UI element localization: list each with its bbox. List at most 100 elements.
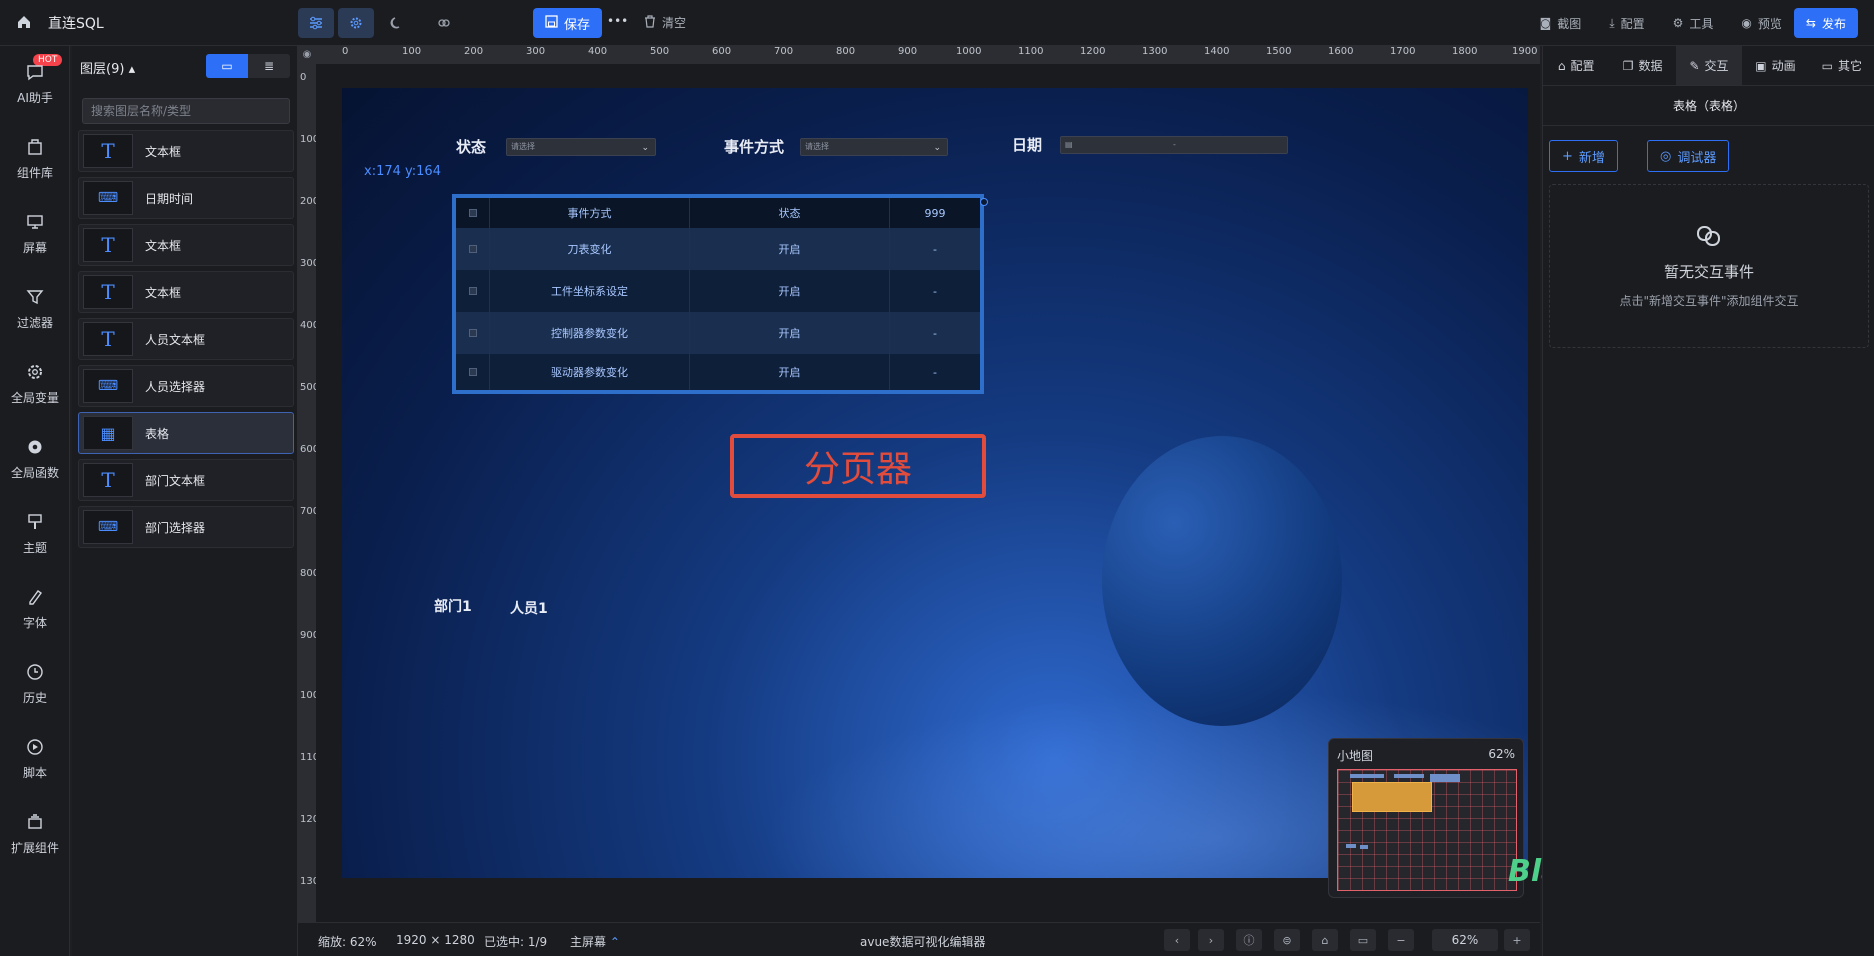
ruler-tick: 1200 [300,814,316,825]
ruler-tick: 0 [300,72,307,83]
calendar-icon: ▤ [1065,140,1073,149]
layer-item[interactable]: T 人员文本框 [78,318,294,360]
eye-icon[interactable]: ◉ [298,46,316,64]
nav-screen[interactable]: 屏幕 [0,196,70,271]
table-row[interactable]: 工件坐标系设定 开启 - [456,270,980,312]
data-table[interactable]: 事件方式 状态 999 刀表变化 开启 - 工件坐标系设定 开启 - 控制器参数… [452,194,984,394]
nav-global-funcs[interactable]: 全局函数 [0,421,70,496]
monitor-icon[interactable]: ▭ [206,54,248,78]
checkbox[interactable] [468,287,477,295]
select-placeholder: 请选择 [511,142,535,151]
save-button[interactable]: 保存 [533,8,603,38]
table-row[interactable]: 刀表变化 开启 - [456,228,980,270]
table-header-cell[interactable]: 事件方式 [490,198,690,228]
tab-label: 交互 [1704,59,1729,73]
person-text[interactable]: 人员1 [510,598,548,618]
tab-other[interactable]: ▭ 其它 [1809,46,1874,85]
clear-button[interactable]: 清空 [644,14,686,31]
debugger-button[interactable]: ◎ 调试器 [1647,140,1730,172]
rotate-handle-icon[interactable] [980,198,988,206]
empty-title: 暂无交互事件 [1663,262,1754,281]
home-icon[interactable] [16,14,32,33]
checkbox[interactable] [468,245,477,253]
ruler-tick: 400 [588,46,608,57]
layer-item-selected[interactable]: ▦ 表格 [78,412,294,454]
link-icon [1695,224,1723,251]
filter-date-picker[interactable]: ▤ - [1060,136,1288,154]
table-row[interactable]: 驱动器参数变化 开启 - [456,354,980,390]
screenshot-button[interactable]: ◙ 截图 [1540,15,1582,32]
ruler-tick: 1100 [300,752,316,763]
layer-name: 文本框 [145,285,182,300]
zoom-input[interactable]: 62% [1432,929,1498,951]
nav-components[interactable]: 组件库 [0,121,70,196]
tab-config[interactable]: ⌂ 配置 [1543,46,1609,85]
filter-status-select[interactable]: 请选择 ⌄ [506,138,656,156]
pagination-placeholder[interactable]: 分页器 [730,434,986,498]
layer-item[interactable]: ⌨ 人员选择器 [78,365,294,407]
filter-event-select[interactable]: 请选择 ⌄ [800,138,948,156]
layer-item[interactable]: T 文本框 [78,224,294,266]
layer-item[interactable]: T 文本框 [78,130,294,172]
nav-ai-assistant[interactable]: AI助手 [0,46,70,121]
minimap[interactable]: 小地图 62% [1328,738,1524,898]
filter-date-label: 日期 [1012,136,1043,154]
layer-search-input[interactable]: 搜索图层名称/类型 [82,98,290,124]
nav-filter[interactable]: 过滤器 [0,271,70,346]
zoom-out-icon[interactable]: − [1388,929,1414,951]
table-cell: 刀表变化 [490,228,690,270]
monitor-icon [24,211,46,233]
ruler-tick: 1700 [1390,46,1416,57]
preview-button[interactable]: ◉ 预览 [1741,15,1782,32]
database-icon[interactable]: ≣ [248,54,290,78]
nav-theme[interactable]: 主题 [0,496,70,571]
monitor-icon[interactable]: ▭ [1350,929,1376,951]
table-header-cell[interactable]: 状态 [690,198,890,228]
canvas-area[interactable]: ◉ 0 100 200 300 400 500 600 700 800 900 … [298,46,1540,922]
checkbox[interactable] [468,209,477,217]
more-icon[interactable]: ••• [607,14,628,28]
nav-script[interactable]: 脚本 [0,721,70,796]
chevron-right-icon[interactable]: › [1198,929,1224,951]
table-header-cell[interactable]: 999 [890,198,980,228]
ruler-tick: 600 [300,444,316,455]
moon-icon[interactable] [378,8,414,38]
link-icon[interactable] [426,8,462,38]
ruler-tick: 1100 [1018,46,1044,57]
nav-history[interactable]: 历史 [0,646,70,721]
store-icon[interactable]: ⌂ [1312,929,1338,951]
zoom-in-icon[interactable]: + [1504,929,1530,951]
nav-font[interactable]: 字体 [0,571,70,646]
chevron-left-icon[interactable]: ‹ [1164,929,1190,951]
layer-item[interactable]: ⌨ 部门选择器 [78,506,294,548]
layer-item[interactable]: T 部门文本框 [78,459,294,501]
info-icon[interactable]: ⓘ [1236,929,1262,951]
sliders-icon[interactable] [298,8,334,38]
add-interaction-button[interactable]: + 新增 [1549,140,1618,172]
minimap-viewport[interactable] [1337,769,1517,891]
table-row[interactable]: 控制器参数变化 开启 - [456,312,980,354]
publish-button[interactable]: ⇆ 发布 [1793,8,1858,38]
layer-item[interactable]: ⌨ 日期时间 [78,177,294,219]
nav-extensions[interactable]: 扩展组件 [0,796,70,871]
dept-text[interactable]: 部门1 [434,596,472,616]
checkbox[interactable] [468,329,477,337]
nav-global-vars[interactable]: 全局变量 [0,346,70,421]
gear-icon[interactable] [338,8,374,38]
pen-icon [24,586,46,608]
layer-item[interactable]: T 文本框 [78,271,294,313]
filter-event-label: 事件方式 [724,138,785,156]
ruler-tick: 900 [898,46,918,57]
tab-animation[interactable]: ▣ 动画 [1742,46,1808,85]
layers-toggle-icon[interactable]: ⊜ [1274,929,1300,951]
nav-label: 全局函数 [10,466,59,480]
layers-title[interactable]: 图层(9) ▴ [80,58,135,77]
config-button[interactable]: ⤓ 配置 [1609,15,1644,32]
screen-selector[interactable]: 主屏幕 ⌃ [570,933,620,950]
tab-interaction[interactable]: ✎ 交互 [1675,46,1743,85]
caret-up-icon: ⌃ [609,935,620,949]
checkbox[interactable] [468,368,477,376]
tab-data[interactable]: ❐ 数据 [1609,46,1675,85]
tools-button[interactable]: ⚙ 工具 [1673,15,1714,32]
nav-label: 过滤器 [16,316,53,330]
